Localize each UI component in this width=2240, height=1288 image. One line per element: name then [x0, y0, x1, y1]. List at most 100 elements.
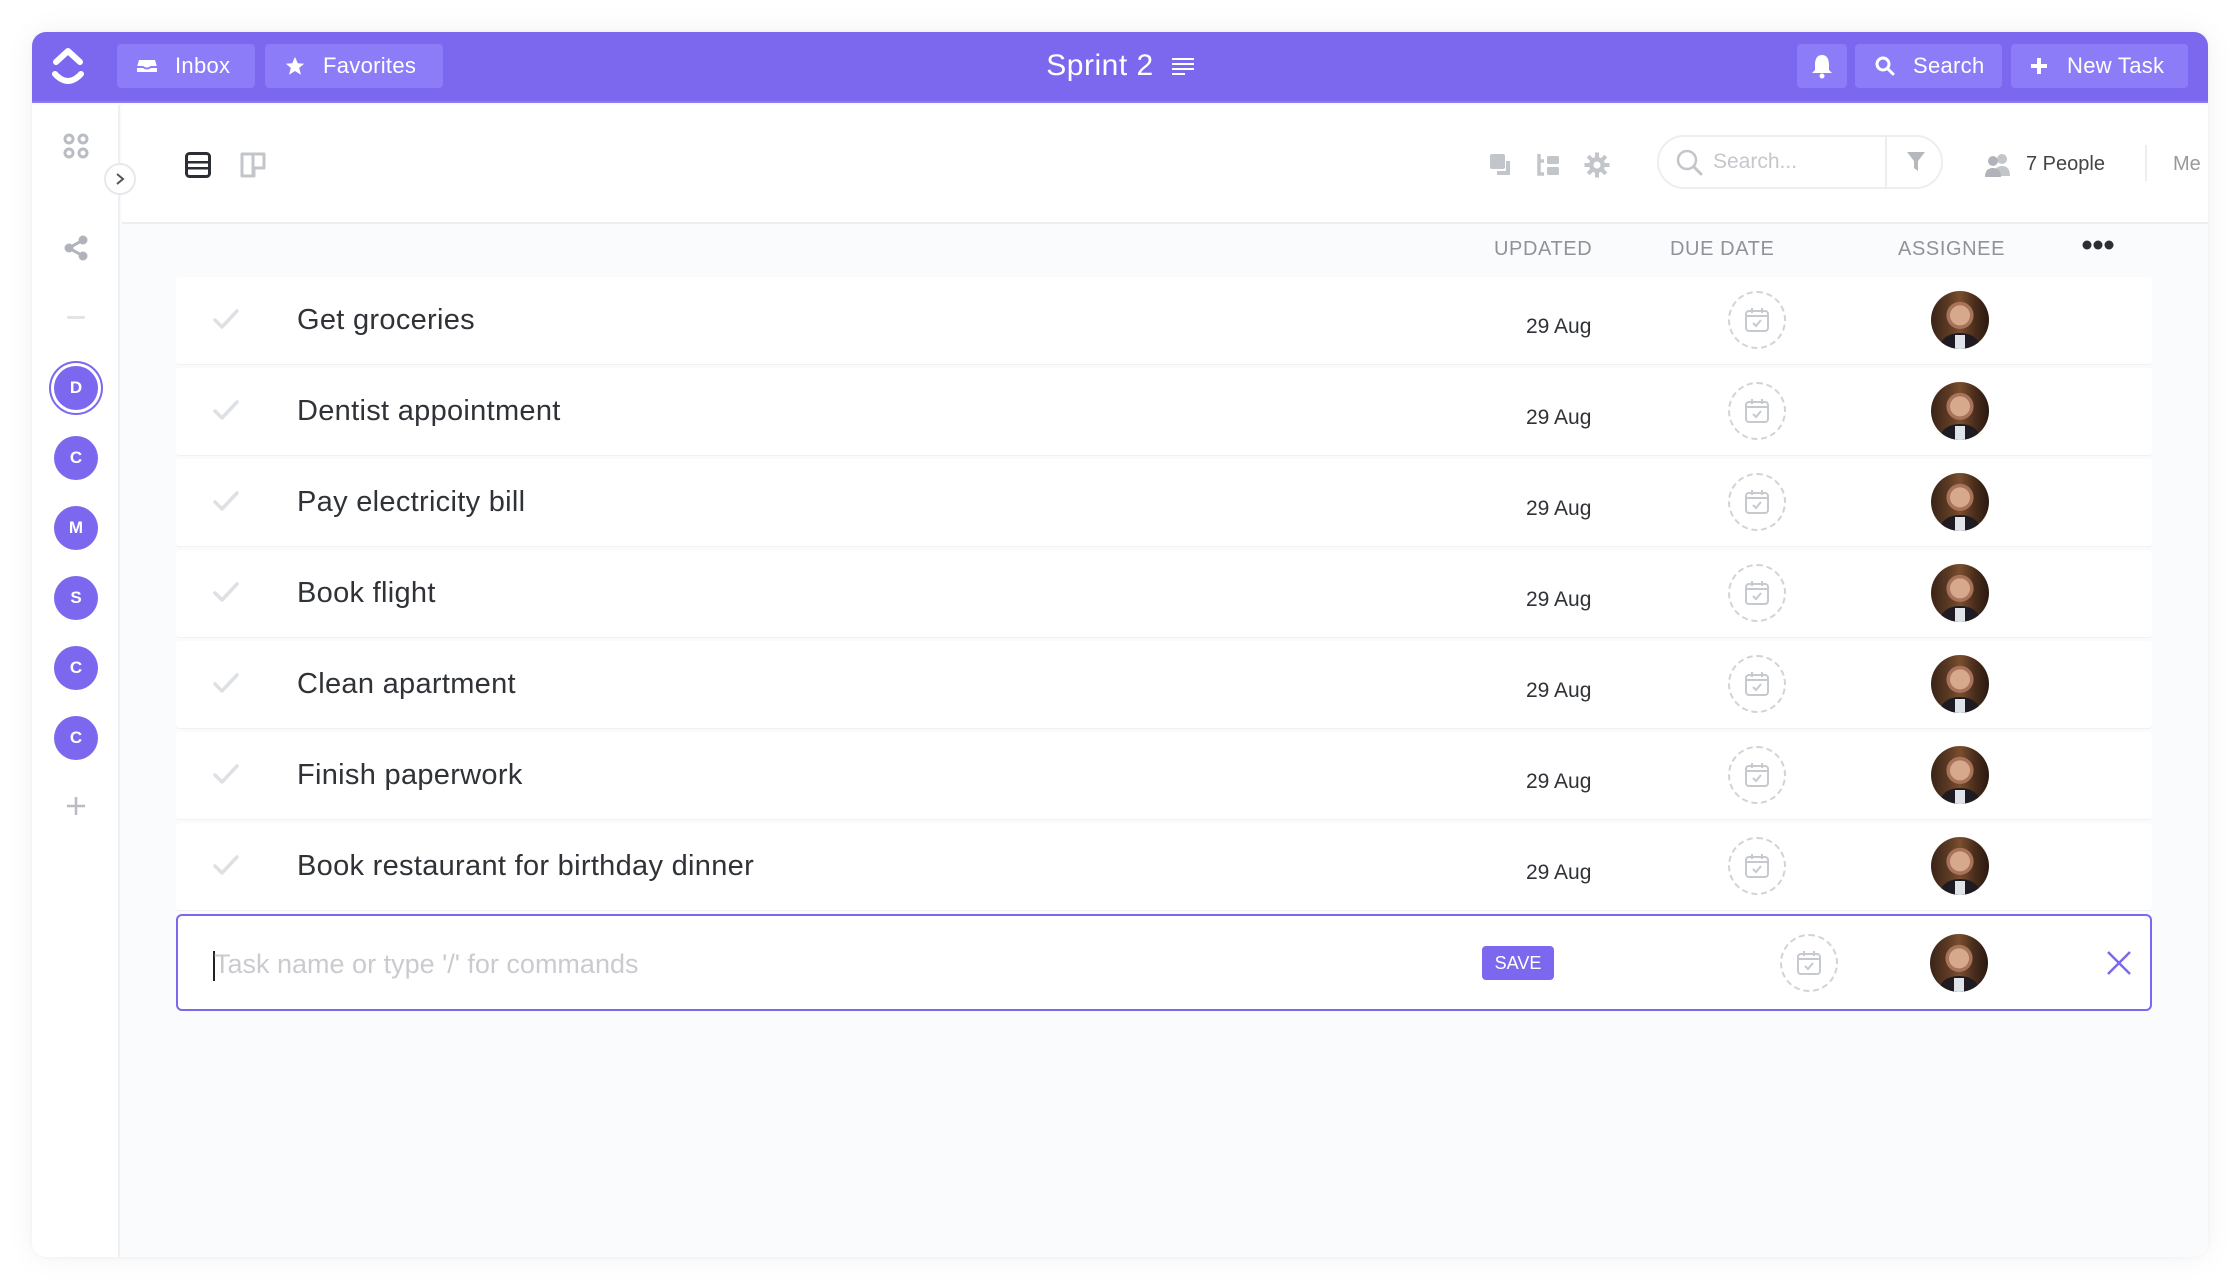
favorites-button[interactable]: Favorites: [265, 44, 443, 88]
add-space-button[interactable]: [32, 796, 120, 816]
complete-checkmark-icon[interactable]: [212, 671, 240, 695]
expand-sidebar-button[interactable]: [104, 163, 136, 195]
new-task-input[interactable]: [214, 942, 1414, 986]
column-header-assignee[interactable]: ASSIGNEE: [1898, 238, 2005, 261]
assignee-avatar[interactable]: [1931, 564, 1989, 622]
search-button[interactable]: Search: [1855, 44, 2002, 88]
task-name[interactable]: Book flight: [297, 550, 436, 637]
column-header-updated[interactable]: UPDATED: [1494, 238, 1592, 261]
task-row[interactable]: Get groceries 29 Aug: [176, 277, 2152, 364]
set-due-date-button[interactable]: [1780, 934, 1838, 992]
inbox-button[interactable]: Inbox: [117, 44, 255, 88]
column-header-due-date[interactable]: DUE DATE: [1670, 238, 1774, 261]
task-name[interactable]: Book restaurant for birthday dinner: [297, 823, 754, 910]
sidebar: D C M S C C: [32, 105, 120, 1257]
me-label: Me: [2173, 153, 2201, 175]
task-updated-date: 29 Aug: [1526, 497, 1592, 520]
calendar-check-icon: [1745, 672, 1769, 696]
description-menu-icon[interactable]: [1171, 57, 1194, 75]
calendar-check-icon: [1745, 490, 1769, 514]
task-search-box: [1657, 135, 1943, 189]
task-updated-date: 29 Aug: [1526, 861, 1592, 884]
clickup-logo-icon[interactable]: [50, 46, 86, 88]
task-name[interactable]: Dentist appointment: [297, 368, 561, 455]
inbox-label: Inbox: [175, 53, 231, 78]
assignee-avatar[interactable]: [1931, 746, 1989, 804]
task-updated-date: 29 Aug: [1526, 406, 1592, 429]
group-by-button[interactable]: [1536, 105, 1560, 224]
column-options-button[interactable]: [2082, 238, 2114, 256]
more-horizontal-icon: [2082, 240, 2114, 250]
apps-button[interactable]: [32, 133, 120, 159]
complete-checkmark-icon[interactable]: [212, 398, 240, 422]
task-row[interactable]: Book flight 29 Aug: [176, 550, 2152, 637]
favorites-label: Favorites: [323, 53, 417, 78]
task-name[interactable]: Pay electricity bill: [297, 459, 525, 546]
page-title: Sprint 2: [1046, 49, 1154, 82]
board-view-icon: [240, 152, 266, 177]
gear-icon: [1584, 152, 1610, 177]
people-icon: [1985, 153, 2010, 177]
people-filter-button[interactable]: 7 People: [1984, 105, 2105, 224]
settings-button[interactable]: [1584, 105, 1610, 224]
set-due-date-button[interactable]: [1728, 291, 1786, 349]
space-avatar[interactable]: M: [54, 506, 98, 550]
set-due-date-button[interactable]: [1728, 746, 1786, 804]
set-due-date-button[interactable]: [1728, 382, 1786, 440]
assignee-avatar[interactable]: [1931, 291, 1989, 349]
board-view-button[interactable]: [240, 105, 266, 224]
set-due-date-button[interactable]: [1728, 473, 1786, 531]
share-icon: [64, 235, 88, 261]
apps-grid-icon: [63, 133, 89, 159]
filter-button[interactable]: [1893, 137, 1939, 187]
task-row[interactable]: Dentist appointment 29 Aug: [176, 368, 2152, 455]
task-updated-date: 29 Aug: [1526, 770, 1592, 793]
task-name[interactable]: Clean apartment: [297, 641, 516, 728]
assignee-avatar[interactable]: [1931, 473, 1989, 531]
task-search-input[interactable]: [1713, 150, 1863, 174]
task-name[interactable]: Finish paperwork: [297, 732, 523, 819]
complete-checkmark-icon[interactable]: [212, 762, 240, 786]
notifications-button[interactable]: [1797, 44, 1847, 88]
space-avatar[interactable]: C: [54, 646, 98, 690]
calendar-check-icon: [1745, 854, 1769, 878]
set-due-date-button[interactable]: [1728, 564, 1786, 622]
plus-icon: [67, 797, 85, 815]
space-avatar[interactable]: C: [54, 436, 98, 480]
set-due-date-button[interactable]: [1728, 655, 1786, 713]
complete-checkmark-icon[interactable]: [212, 580, 240, 604]
me-filter-button[interactable]: Me: [2173, 105, 2201, 224]
close-icon[interactable]: [2104, 948, 2134, 978]
plus-icon: [2027, 54, 2051, 78]
assignee-avatar[interactable]: [1931, 382, 1989, 440]
space-avatar[interactable]: S: [54, 576, 98, 620]
share-button[interactable]: [32, 235, 120, 261]
subtasks-toggle-button[interactable]: [1489, 105, 1513, 224]
new-task-label: New Task: [2067, 53, 2165, 78]
save-button[interactable]: SAVE: [1482, 946, 1554, 980]
task-row[interactable]: Pay electricity bill 29 Aug: [176, 459, 2152, 546]
task-row[interactable]: Book restaurant for birthday dinner 29 A…: [176, 823, 2152, 910]
chevron-right-icon: [116, 173, 125, 185]
task-row[interactable]: Clean apartment 29 Aug: [176, 641, 2152, 728]
set-due-date-button[interactable]: [1728, 837, 1786, 895]
task-name[interactable]: Get groceries: [297, 277, 475, 364]
task-row[interactable]: Finish paperwork 29 Aug: [176, 732, 2152, 819]
assignee-avatar[interactable]: [1931, 837, 1989, 895]
search-icon: [1873, 54, 1897, 78]
assignee-avatar[interactable]: [1930, 934, 1988, 992]
calendar-check-icon: [1797, 951, 1821, 975]
new-task-button[interactable]: New Task: [2011, 44, 2188, 88]
calendar-check-icon: [1745, 308, 1769, 332]
toolbar-divider: [2145, 145, 2147, 181]
complete-checkmark-icon[interactable]: [212, 853, 240, 877]
space-avatar[interactable]: C: [54, 716, 98, 760]
assignee-avatar[interactable]: [1931, 655, 1989, 713]
complete-checkmark-icon[interactable]: [212, 489, 240, 513]
app-window: Inbox Favorites Sprint 2 Search New Task…: [32, 32, 2208, 1257]
list-view-button[interactable]: [185, 105, 211, 224]
complete-checkmark-icon[interactable]: [212, 307, 240, 331]
space-avatar[interactable]: D: [54, 366, 98, 410]
calendar-check-icon: [1745, 763, 1769, 787]
star-icon: [283, 54, 307, 78]
